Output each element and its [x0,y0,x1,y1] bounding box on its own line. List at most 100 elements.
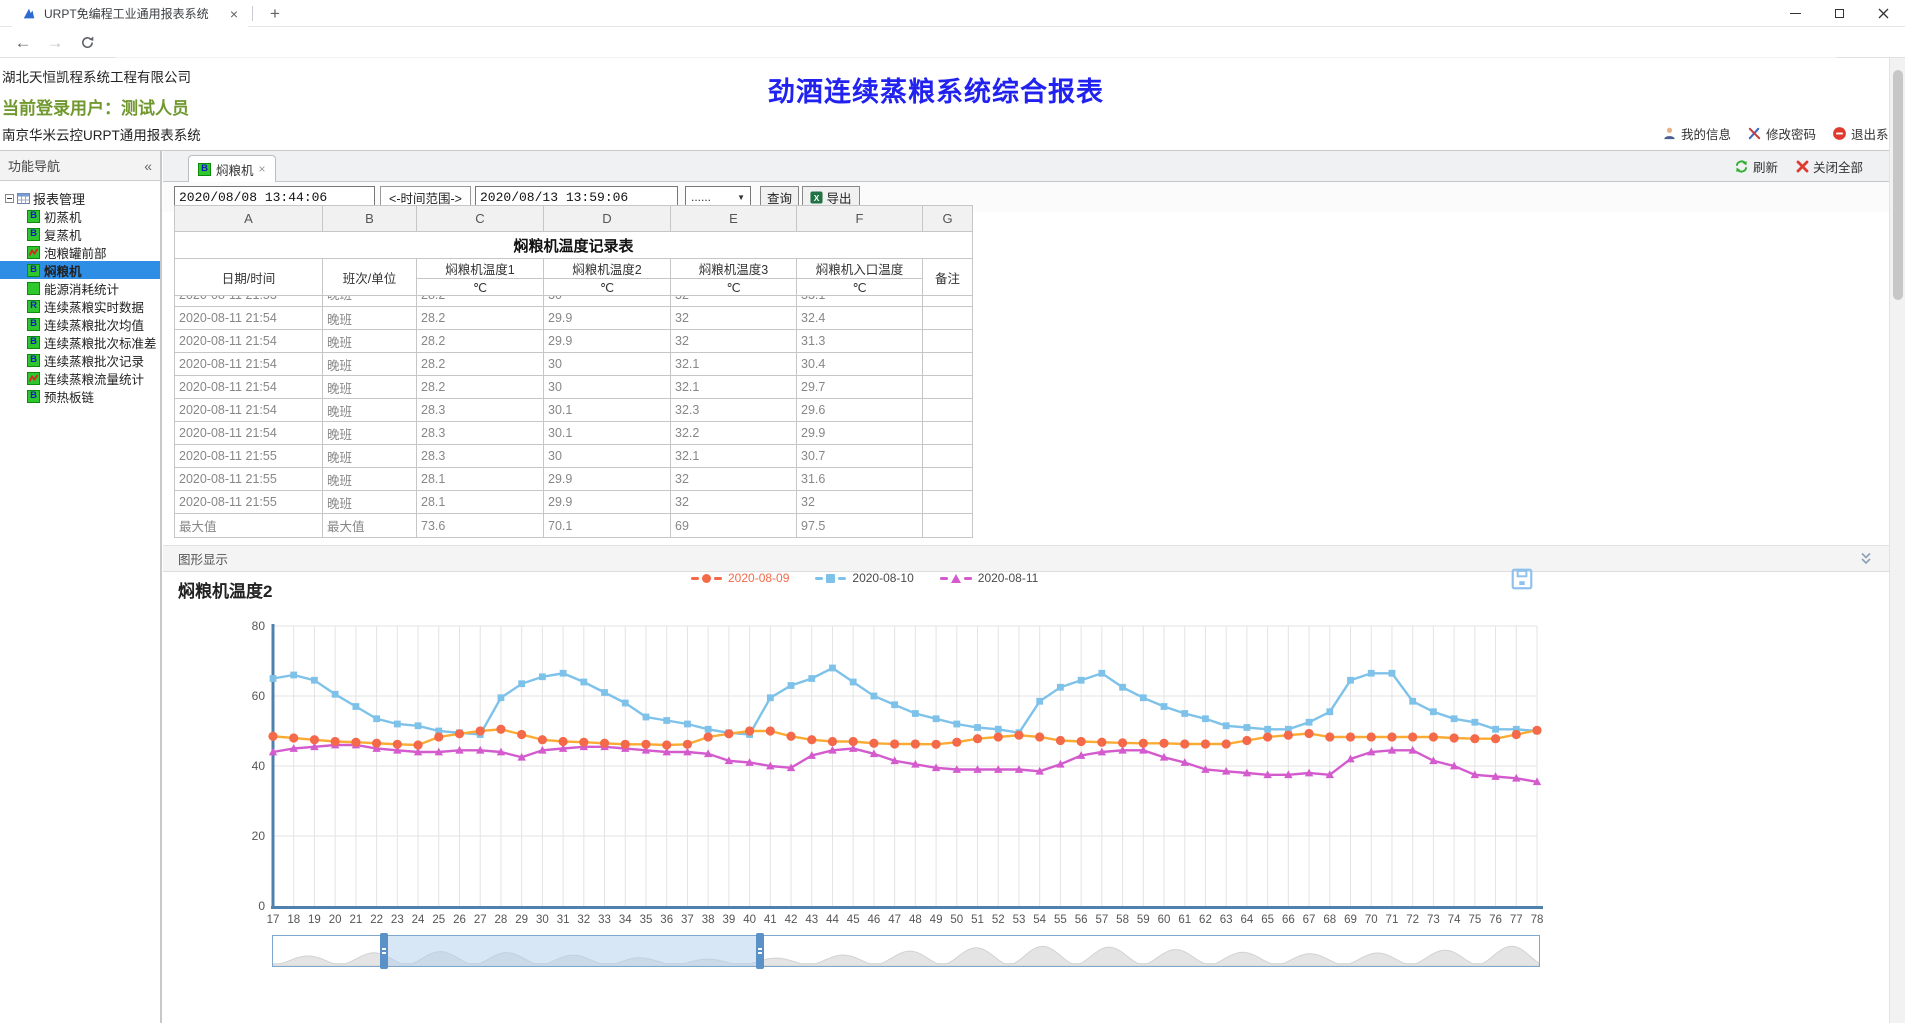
my-info-label: 我的信息 [1681,124,1731,143]
cell: 30 [544,445,671,468]
table-row[interactable]: 2020-08-11 21:55晚班28.129.93231.6 [175,468,973,491]
table-row[interactable]: 2020-08-11 21:54晚班28.229.93231.3 [175,330,973,353]
table-row[interactable]: 2020-08-11 21:54晚班28.23032.130.4 [175,353,973,376]
sidebar-item-连续蒸粮实时数据[interactable]: R连续蒸粮实时数据 [0,297,160,315]
svg-text:66: 66 [1282,914,1295,926]
sidebar-item-连续蒸粮批次记录[interactable]: B连续蒸粮批次记录 [0,351,160,369]
table-row[interactable]: 2020-08-11 21:54晚班28.330.132.329.6 [175,399,973,422]
sidebar-item-泡粮罐前部[interactable]: 泡粮罐前部 [0,243,160,261]
table-row[interactable]: 2020-08-11 21:54晚班28.229.93232.4 [175,307,973,330]
cell: 32.2 [671,422,797,445]
my-info-button[interactable]: 我的信息 [1662,124,1731,143]
svg-text:51: 51 [971,914,984,926]
sidebar-item-连续蒸粮批次均值[interactable]: B连续蒸粮批次均值 [0,315,160,333]
page-scrollbar[interactable] [1889,58,1905,1023]
svg-text:17: 17 [267,914,280,926]
forward-button[interactable]: → [42,30,68,55]
sidebar-item-连续蒸粮批次标准差[interactable]: B连续蒸粮批次标准差 [0,333,160,351]
report-table-container: ABCDEFG焖粮机温度记录表日期/时间班次/单位焖粮机温度1焖粮机温度2焖粮机… [174,205,973,538]
close-all-icon [1796,160,1809,173]
tab-close-icon[interactable]: × [230,7,238,21]
tree-root-report-management[interactable]: 报表管理 [0,189,160,207]
cell: 28.3 [417,445,544,468]
tab-menliangji[interactable]: B 焖粮机 × [188,155,276,182]
sidebar-item-连续蒸粮流量统计[interactable]: 连续蒸粮流量统计 [0,369,160,387]
cell: 晚班 [323,399,417,422]
svg-text:68: 68 [1323,914,1336,926]
cell: 32 [671,491,797,514]
sidebar-item-初蒸机[interactable]: B初蒸机 [0,207,160,225]
browser-tab[interactable]: URPT免编程工业通用报表系统 × [12,0,248,27]
scrollbar-thumb[interactable] [1893,70,1903,300]
restore-button[interactable] [1817,0,1861,27]
svg-text:25: 25 [432,914,445,926]
minimize-button[interactable] [1773,0,1817,27]
svg-text:80: 80 [252,619,266,633]
collapse-chart-icon[interactable] [1858,551,1874,567]
svg-text:24: 24 [412,914,425,926]
svg-text:48: 48 [909,914,922,926]
datazoom-handle-left[interactable] [380,933,388,969]
back-button[interactable]: ← [10,30,36,55]
column-letter[interactable]: G [923,206,973,232]
column-letter[interactable]: C [417,206,544,232]
excel-icon: X [810,191,823,204]
svg-text:44: 44 [826,914,839,926]
cell: 69 [671,514,797,538]
tree-expand-icon[interactable] [5,194,14,203]
table-row[interactable]: 2020-08-11 21:54晚班28.330.132.229.9 [175,422,973,445]
cell: 30 [544,296,671,307]
datazoom-handle-right[interactable] [756,933,764,969]
unit-cell: ℃ [544,279,671,296]
sidebar-item-焖粮机[interactable]: B焖粮机 [0,261,160,279]
table-row[interactable]: 2020-08-11 21:55晚班28.129.93232 [175,491,973,514]
column-letter[interactable]: A [175,206,323,232]
main-content: B 焖粮机 × 刷新 关闭全部 <-时间范围-> ...... ▼ 查询 X 导… [163,151,1889,1023]
collapse-sidebar-icon[interactable]: « [144,158,152,174]
chart-mark-icon [28,247,39,258]
column-letter[interactable]: D [544,206,671,232]
legend-label: 2020-08-11 [978,571,1039,585]
save-image-button[interactable] [1510,567,1534,591]
header-t2: 焖粮机温度2 [544,259,671,279]
cell: 28.1 [417,491,544,514]
reload-button[interactable] [74,30,100,55]
refresh-button[interactable]: 刷新 [1734,157,1778,176]
sidebar-item-能源消耗统计[interactable]: 能源消耗统计 [0,279,160,297]
legend-label: 2020-08-09 [728,571,789,585]
cell: 29.9 [544,468,671,491]
cell [923,307,973,330]
column-letter[interactable]: F [797,206,923,232]
svg-text:36: 36 [660,914,673,926]
svg-text:69: 69 [1344,914,1357,926]
tab-close-icon[interactable]: × [259,162,266,176]
svg-text:31: 31 [557,914,570,926]
table-row[interactable]: 2020-08-11 21:54晚班28.23032.129.7 [175,376,973,399]
column-letter[interactable]: E [671,206,797,232]
legend-item-2020-08-11[interactable]: 2020-08-11 [940,571,1039,585]
svg-text:59: 59 [1137,914,1150,926]
datazoom-selected-range[interactable] [384,936,760,966]
cell: 32.4 [797,307,923,330]
sidebar-item-复蒸机[interactable]: B复蒸机 [0,225,160,243]
cell: 28.3 [417,422,544,445]
legend-item-2020-08-09[interactable]: 2020-08-09 [691,571,789,585]
cell [923,399,973,422]
unit-cell: ℃ [797,279,923,296]
cell: 2020-08-11 21:54 [175,422,323,445]
datazoom-slider[interactable] [272,935,1540,967]
svg-text:37: 37 [681,914,694,926]
table-header-row: 日期/时间班次/单位焖粮机温度1焖粮机温度2焖粮机温度3焖粮机入口温度备注 [175,259,973,279]
graph-section-bar[interactable]: 图形显示 [163,545,1889,572]
page-title: 劲酒连续蒸粮系统综合报表 [768,70,1104,109]
legend-item-2020-08-10[interactable]: 2020-08-10 [815,571,913,585]
change-password-button[interactable]: 修改密码 [1747,124,1816,143]
svg-text:40: 40 [252,759,266,773]
column-letter[interactable]: B [323,206,417,232]
close-all-button[interactable]: 关闭全部 [1796,157,1863,176]
sidebar-item-预热板链[interactable]: B预热板链 [0,387,160,405]
svg-text:60: 60 [252,689,266,703]
table-row[interactable]: 2020-08-11 21:55晚班28.33032.130.7 [175,445,973,468]
close-window-button[interactable] [1861,0,1905,27]
new-tab-button[interactable]: + [262,1,288,26]
